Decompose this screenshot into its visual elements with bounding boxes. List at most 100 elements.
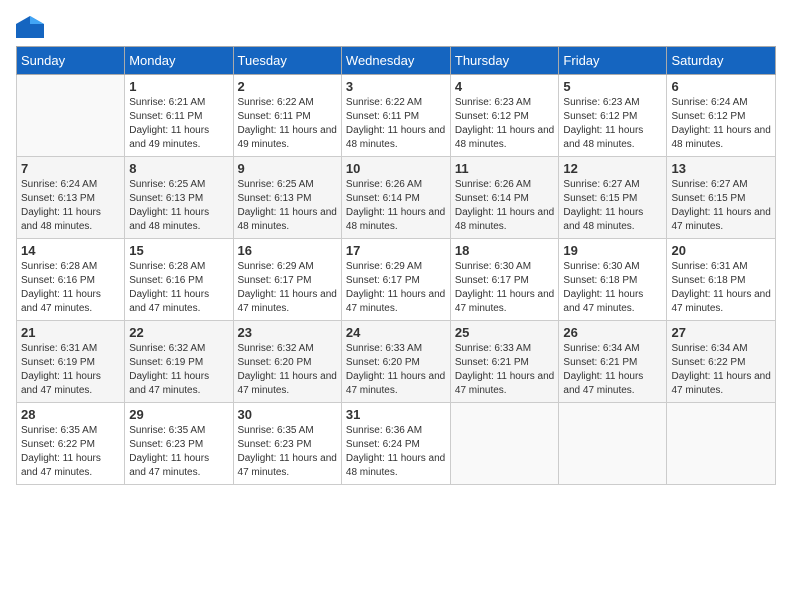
day-info: Sunrise: 6:29 AMSunset: 6:17 PMDaylight:… [346, 260, 446, 316]
day-number: 10 [346, 161, 446, 176]
calendar-cell: 22 Sunrise: 6:32 AMSunset: 6:19 PMDayligh… [125, 321, 233, 403]
day-info: Sunrise: 6:25 AMSunset: 6:13 PMDaylight:… [238, 178, 337, 234]
calendar-cell: 24 Sunrise: 6:33 AMSunset: 6:20 PMDayligh… [341, 321, 450, 403]
calendar-cell: 4 Sunrise: 6:23 AMSunset: 6:12 PMDaylight… [450, 75, 559, 157]
calendar-cell: 25 Sunrise: 6:33 AMSunset: 6:21 PMDayligh… [450, 321, 559, 403]
day-number: 19 [563, 243, 662, 258]
calendar-cell: 29Sunrise: 6:35 AMSunset: 6:23 PMDayligh… [125, 403, 233, 485]
calendar-cell: 28 Sunrise: 6:35 AMSunset: 6:22 PMDayligh… [17, 403, 125, 485]
day-number: 17 [346, 243, 446, 258]
day-info: Sunrise: 6:36 AMSunset: 6:24 PMDaylight:… [346, 424, 446, 480]
calendar-week-row: 28 Sunrise: 6:35 AMSunset: 6:22 PMDayligh… [17, 403, 776, 485]
day-number: 5 [563, 79, 662, 94]
logo [16, 16, 48, 38]
calendar-cell: 18 Sunrise: 6:30 AMSunset: 6:17 PMDayligh… [450, 239, 559, 321]
day-info: Sunrise: 6:35 AMSunset: 6:23 PMDaylight:… [238, 424, 337, 480]
day-number: 2 [238, 79, 337, 94]
calendar-week-row: 1 Sunrise: 6:21 AMSunset: 6:11 PMDaylight… [17, 75, 776, 157]
day-info: Sunrise: 6:32 AMSunset: 6:19 PMDaylight:… [129, 342, 228, 398]
day-number: 30 [238, 407, 337, 422]
day-info: Sunrise: 6:35 AMSunset: 6:22 PMDaylight:… [21, 424, 120, 480]
day-info: Sunrise: 6:30 AMSunset: 6:17 PMDaylight:… [455, 260, 555, 316]
header-wednesday: Wednesday [341, 47, 450, 75]
day-info: Sunrise: 6:33 AMSunset: 6:20 PMDaylight:… [346, 342, 446, 398]
day-info: Sunrise: 6:32 AMSunset: 6:20 PMDaylight:… [238, 342, 337, 398]
day-number: 9 [238, 161, 337, 176]
calendar-cell: 1 Sunrise: 6:21 AMSunset: 6:11 PMDaylight… [125, 75, 233, 157]
day-number: 29 [129, 407, 228, 422]
day-number: 7 [21, 161, 120, 176]
calendar-cell: 14 Sunrise: 6:28 AMSunset: 6:16 PMDayligh… [17, 239, 125, 321]
day-number: 27 [671, 325, 771, 340]
day-info: Sunrise: 6:21 AMSunset: 6:11 PMDaylight:… [129, 96, 228, 152]
calendar-cell: 8 Sunrise: 6:25 AMSunset: 6:13 PMDaylight… [125, 157, 233, 239]
day-number: 20 [671, 243, 771, 258]
day-number: 15 [129, 243, 228, 258]
day-info: Sunrise: 6:26 AMSunset: 6:14 PMDaylight:… [455, 178, 555, 234]
day-number: 22 [129, 325, 228, 340]
calendar-week-row: 21 Sunrise: 6:31 AMSunset: 6:19 PMDayligh… [17, 321, 776, 403]
calendar-cell [450, 403, 559, 485]
calendar-week-row: 7 Sunrise: 6:24 AMSunset: 6:13 PMDaylight… [17, 157, 776, 239]
calendar-cell: 27 Sunrise: 6:34 AMSunset: 6:22 PMDayligh… [667, 321, 776, 403]
calendar-cell: 15Sunrise: 6:28 AMSunset: 6:16 PMDayligh… [125, 239, 233, 321]
calendar-cell: 3Sunrise: 6:22 AMSunset: 6:11 PMDaylight… [341, 75, 450, 157]
day-number: 11 [455, 161, 555, 176]
logo-icon [16, 16, 44, 38]
day-number: 26 [563, 325, 662, 340]
day-info: Sunrise: 6:27 AMSunset: 6:15 PMDaylight:… [563, 178, 662, 234]
day-number: 21 [21, 325, 120, 340]
day-info: Sunrise: 6:23 AMSunset: 6:12 PMDaylight:… [563, 96, 662, 152]
day-number: 18 [455, 243, 555, 258]
calendar-cell: 6 Sunrise: 6:24 AMSunset: 6:12 PMDaylight… [667, 75, 776, 157]
calendar-cell: 9 Sunrise: 6:25 AMSunset: 6:13 PMDaylight… [233, 157, 341, 239]
calendar-cell: 13 Sunrise: 6:27 AMSunset: 6:15 PMDayligh… [667, 157, 776, 239]
day-number: 8 [129, 161, 228, 176]
day-info: Sunrise: 6:33 AMSunset: 6:21 PMDaylight:… [455, 342, 555, 398]
calendar-cell: 26 Sunrise: 6:34 AMSunset: 6:21 PMDayligh… [559, 321, 667, 403]
day-number: 14 [21, 243, 120, 258]
day-info: Sunrise: 6:27 AMSunset: 6:15 PMDaylight:… [671, 178, 771, 234]
day-info: Sunrise: 6:24 AMSunset: 6:12 PMDaylight:… [671, 96, 771, 152]
day-number: 24 [346, 325, 446, 340]
calendar-cell [667, 403, 776, 485]
header-monday: Monday [125, 47, 233, 75]
calendar-cell: 30 Sunrise: 6:35 AMSunset: 6:23 PMDayligh… [233, 403, 341, 485]
calendar-cell: 2 Sunrise: 6:22 AMSunset: 6:11 PMDaylight… [233, 75, 341, 157]
header-friday: Friday [559, 47, 667, 75]
calendar-cell: 31Sunrise: 6:36 AMSunset: 6:24 PMDayligh… [341, 403, 450, 485]
day-info: Sunrise: 6:22 AMSunset: 6:11 PMDaylight:… [346, 96, 446, 152]
calendar-cell: 11 Sunrise: 6:26 AMSunset: 6:14 PMDayligh… [450, 157, 559, 239]
calendar-cell [17, 75, 125, 157]
day-number: 1 [129, 79, 228, 94]
day-info: Sunrise: 6:26 AMSunset: 6:14 PMDaylight:… [346, 178, 446, 234]
day-info: Sunrise: 6:25 AMSunset: 6:13 PMDaylight:… [129, 178, 228, 234]
day-info: Sunrise: 6:30 AMSunset: 6:18 PMDaylight:… [563, 260, 662, 316]
calendar-cell: 23Sunrise: 6:32 AMSunset: 6:20 PMDayligh… [233, 321, 341, 403]
day-number: 12 [563, 161, 662, 176]
day-number: 25 [455, 325, 555, 340]
calendar-cell: 10 Sunrise: 6:26 AMSunset: 6:14 PMDayligh… [341, 157, 450, 239]
calendar-cell: 20 Sunrise: 6:31 AMSunset: 6:18 PMDayligh… [667, 239, 776, 321]
day-number: 28 [21, 407, 120, 422]
page-header [16, 16, 776, 38]
day-number: 6 [671, 79, 771, 94]
day-info: Sunrise: 6:22 AMSunset: 6:11 PMDaylight:… [238, 96, 337, 152]
day-info: Sunrise: 6:34 AMSunset: 6:21 PMDaylight:… [563, 342, 662, 398]
day-info: Sunrise: 6:23 AMSunset: 6:12 PMDaylight:… [455, 96, 555, 152]
calendar-week-row: 14 Sunrise: 6:28 AMSunset: 6:16 PMDayligh… [17, 239, 776, 321]
header-tuesday: Tuesday [233, 47, 341, 75]
calendar-header-row: SundayMondayTuesdayWednesdayThursdayFrid… [17, 47, 776, 75]
day-number: 13 [671, 161, 771, 176]
calendar-table: SundayMondayTuesdayWednesdayThursdayFrid… [16, 46, 776, 485]
day-info: Sunrise: 6:28 AMSunset: 6:16 PMDaylight:… [21, 260, 120, 316]
day-number: 4 [455, 79, 555, 94]
day-info: Sunrise: 6:24 AMSunset: 6:13 PMDaylight:… [21, 178, 120, 234]
calendar-cell: 7 Sunrise: 6:24 AMSunset: 6:13 PMDaylight… [17, 157, 125, 239]
calendar-cell [559, 403, 667, 485]
day-info: Sunrise: 6:29 AMSunset: 6:17 PMDaylight:… [238, 260, 337, 316]
day-info: Sunrise: 6:31 AMSunset: 6:18 PMDaylight:… [671, 260, 771, 316]
calendar-cell: 16Sunrise: 6:29 AMSunset: 6:17 PMDayligh… [233, 239, 341, 321]
day-info: Sunrise: 6:31 AMSunset: 6:19 PMDaylight:… [21, 342, 120, 398]
day-info: Sunrise: 6:34 AMSunset: 6:22 PMDaylight:… [671, 342, 771, 398]
